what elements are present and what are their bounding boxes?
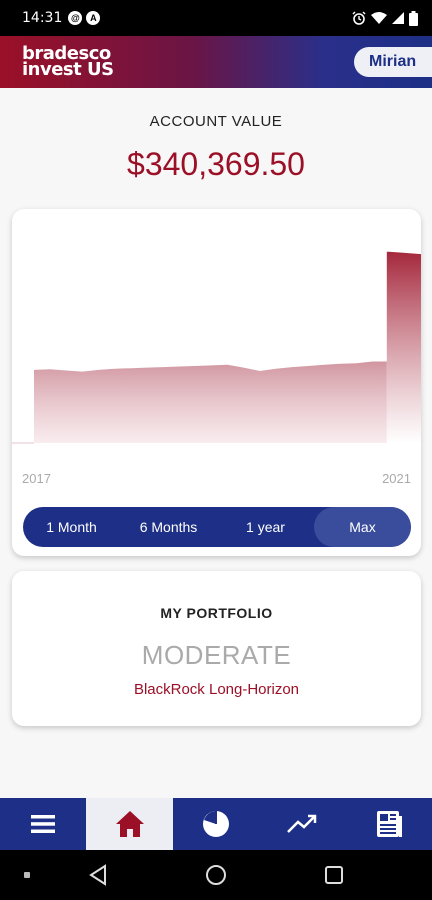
- back-icon[interactable]: [88, 864, 108, 886]
- performance-chart: [12, 251, 421, 444]
- home-circle-icon[interactable]: [205, 864, 227, 886]
- bradesco-logo: bradesco invest US: [22, 45, 114, 80]
- news-icon: [376, 811, 402, 837]
- trend-icon: [287, 814, 317, 833]
- home-icon: [115, 811, 144, 837]
- nav-home[interactable]: [86, 798, 173, 850]
- user-name: Mirian: [369, 53, 417, 70]
- nav-portfolio[interactable]: [173, 798, 259, 850]
- range-label: 1 year: [246, 519, 285, 535]
- user-menu-button[interactable]: Mirian: [354, 47, 432, 77]
- location-a-icon: A: [86, 11, 101, 25]
- android-nav-bar: [0, 850, 432, 900]
- status-time: 14:31: [22, 10, 63, 26]
- account-value-title: ACCOUNT VALUE: [149, 113, 283, 130]
- chart-area-recent: [386, 251, 421, 443]
- nav-news[interactable]: [346, 798, 432, 850]
- performance-chart-card: 2017 2021 1 Month 6 Months 1 year Max: [12, 209, 421, 556]
- at-sign-icon: @: [68, 11, 83, 25]
- range-1-year-button[interactable]: 1 year: [217, 507, 314, 547]
- logo-line-2: invest US: [22, 59, 114, 80]
- app-header: bradesco invest US Mirian: [0, 36, 432, 88]
- signal-icon: [392, 12, 404, 24]
- nav-performance[interactable]: [259, 798, 345, 850]
- keyboard-dot-icon: [24, 872, 30, 878]
- recents-icon[interactable]: [324, 865, 344, 885]
- range-6-months-button[interactable]: 6 Months: [120, 507, 217, 547]
- pie-chart-icon: [202, 811, 229, 837]
- chart-area-history: [34, 361, 387, 443]
- account-value: $340,369.50: [127, 146, 305, 182]
- chart-start-year: 2017: [22, 471, 51, 486]
- portfolio-title: MY PORTFOLIO: [160, 605, 273, 621]
- portfolio-model: BlackRock Long-Horizon: [133, 681, 300, 698]
- range-max-button[interactable]: Max: [314, 507, 411, 547]
- battery-icon: [409, 10, 418, 26]
- alarm-icon: [352, 11, 366, 25]
- chart-end-year: 2021: [382, 471, 411, 486]
- menu-icon: [31, 815, 56, 833]
- nav-menu[interactable]: [0, 798, 86, 850]
- range-label: 6 Months: [139, 519, 198, 535]
- portfolio-profile: MODERATE: [141, 640, 292, 670]
- range-label: 1 Month: [46, 519, 97, 535]
- range-1-month-button[interactable]: 1 Month: [23, 507, 120, 547]
- wifi-icon: [371, 12, 387, 24]
- time-range-selector: 1 Month 6 Months 1 year Max: [23, 507, 411, 547]
- portfolio-card[interactable]: MY PORTFOLIO MODERATE BlackRock Long-Hor…: [12, 571, 421, 726]
- bottom-nav: [0, 798, 432, 850]
- range-label: Max: [349, 519, 376, 535]
- status-bar: 14:31 @ A: [0, 0, 432, 36]
